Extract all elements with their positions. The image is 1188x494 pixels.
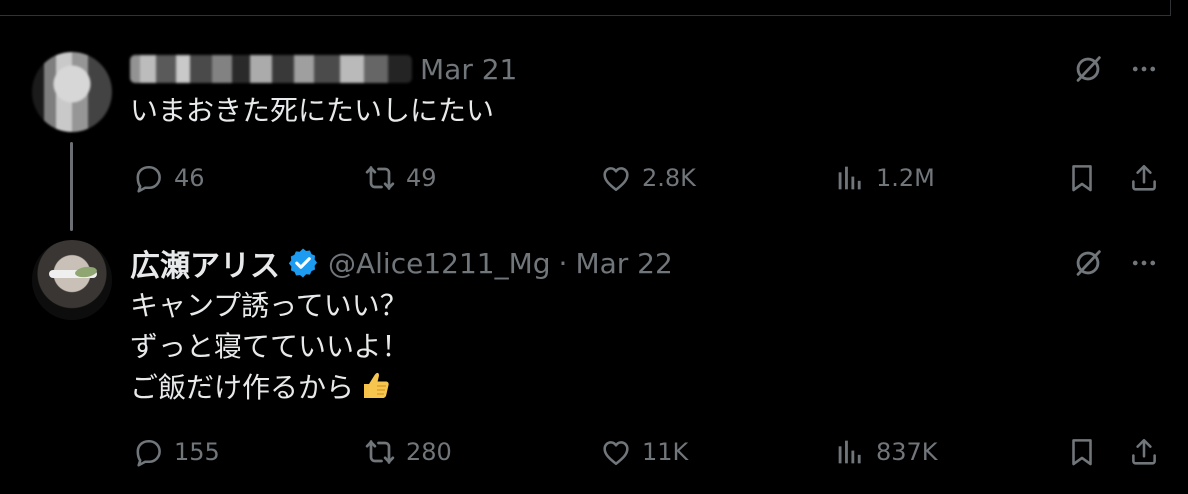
- tweet-header: Mar 21: [130, 52, 517, 86]
- bookmark-icon: [1064, 160, 1100, 196]
- repost-count: 280: [406, 438, 452, 466]
- separator-dot: ·: [558, 246, 568, 280]
- share-action[interactable]: [1126, 430, 1162, 474]
- views-count: 1.2M: [876, 164, 935, 192]
- avatar[interactable]: [32, 240, 112, 320]
- views-action[interactable]: 1.2M: [832, 156, 935, 200]
- reply-action[interactable]: 155: [130, 430, 220, 474]
- views-count: 837K: [876, 438, 938, 466]
- repost-action[interactable]: 280: [362, 430, 452, 474]
- tweet-date[interactable]: Mar 21: [420, 53, 517, 86]
- tweet-metrics: 46 49 2.8K 1.2M: [130, 156, 1164, 200]
- like-count: 11K: [642, 438, 689, 466]
- avatar-blurred[interactable]: [32, 52, 112, 132]
- reply-count: 46: [174, 164, 205, 192]
- tweet-date[interactable]: Mar 22: [575, 247, 672, 280]
- user-handle[interactable]: @Alice1211_Mg: [328, 247, 551, 280]
- tweet-text: キャンプ誘っていい？ ずっと寝てていいよ！ ご飯だけ作るから: [130, 285, 409, 408]
- bookmark-icon: [1064, 434, 1100, 470]
- tweet-corner-actions: [1068, 243, 1164, 283]
- share-icon: [1126, 160, 1162, 196]
- tweet-metrics: 155 280 11K 837K: [130, 430, 1164, 474]
- thread-connector: [70, 142, 73, 231]
- reply-count: 155: [174, 438, 220, 466]
- tweet-corner-actions: [1068, 49, 1164, 89]
- views-action[interactable]: 837K: [832, 430, 938, 474]
- like-count: 2.8K: [642, 164, 696, 192]
- like-action[interactable]: 11K: [598, 430, 688, 474]
- bookmark-action[interactable]: [1064, 430, 1100, 474]
- share-action[interactable]: [1126, 156, 1162, 200]
- grok-icon[interactable]: [1068, 243, 1108, 283]
- share-icon: [1126, 434, 1162, 470]
- right-divider: [1170, 0, 1171, 16]
- reply-icon: [130, 434, 166, 470]
- top-divider: [0, 15, 1170, 16]
- tweet-header: 広瀬アリス @Alice1211_Mg · Mar 22: [130, 246, 673, 285]
- views-icon: [832, 160, 868, 196]
- verified-badge-icon: [286, 246, 320, 280]
- repost-icon: [362, 160, 398, 196]
- more-icon[interactable]: [1124, 49, 1164, 89]
- grok-icon[interactable]: [1068, 49, 1108, 89]
- reply-action[interactable]: 46: [130, 156, 205, 200]
- tweet-text: いまおきた死にたいしにたい: [130, 94, 495, 127]
- bookmark-action[interactable]: [1064, 156, 1100, 200]
- blurred-user-name[interactable]: [130, 55, 412, 83]
- repost-action[interactable]: 49: [362, 156, 437, 200]
- views-icon: [832, 434, 868, 470]
- repost-count: 49: [406, 164, 437, 192]
- like-action[interactable]: 2.8K: [598, 156, 696, 200]
- display-name[interactable]: 広瀬アリス: [130, 241, 280, 285]
- thumbs-up-icon: [358, 367, 394, 403]
- more-icon[interactable]: [1124, 243, 1164, 283]
- reply-icon: [130, 160, 166, 196]
- repost-icon: [362, 434, 398, 470]
- like-icon: [598, 160, 634, 196]
- like-icon: [598, 434, 634, 470]
